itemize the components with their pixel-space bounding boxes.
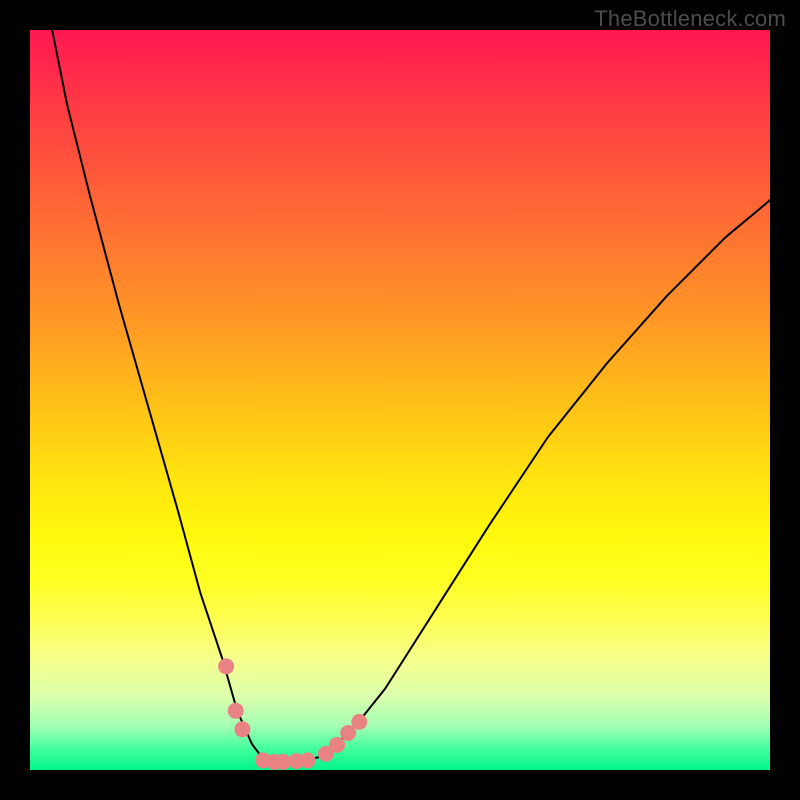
chart-frame: TheBottleneck.com [0, 0, 800, 800]
watermark-text: TheBottleneck.com [594, 6, 786, 32]
data-marker [351, 714, 367, 730]
data-marker [218, 658, 234, 674]
data-marker [234, 721, 250, 737]
data-marker [329, 737, 345, 753]
chart-svg [30, 30, 770, 770]
data-marker [300, 752, 316, 768]
marker-layer [218, 658, 367, 769]
plot-area [30, 30, 770, 770]
curve-layer [52, 30, 770, 763]
data-marker [228, 703, 244, 719]
bottleneck-curve [52, 30, 770, 763]
